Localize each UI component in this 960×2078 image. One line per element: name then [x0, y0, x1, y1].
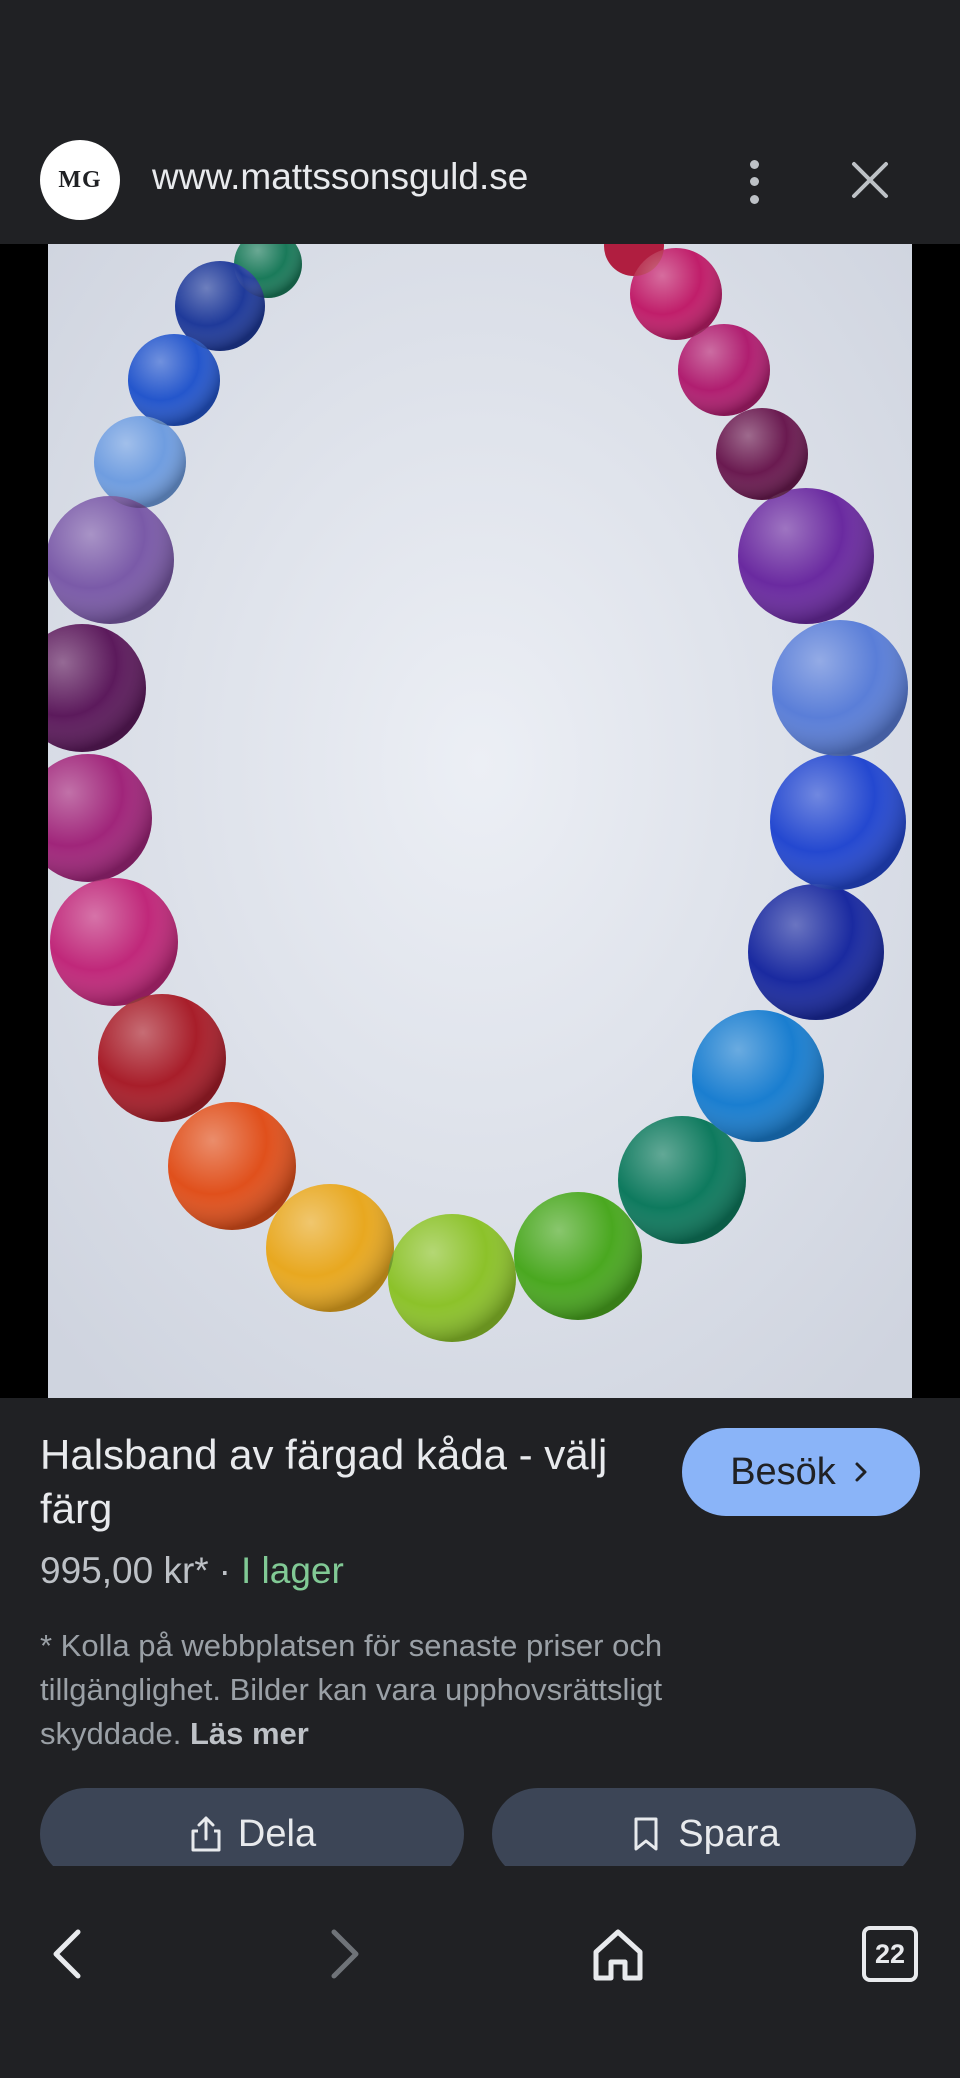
site-logo[interactable]: MG: [40, 140, 120, 220]
stock-status: I lager: [241, 1550, 344, 1591]
separator: ·: [218, 1550, 231, 1591]
product-image[interactable]: [0, 244, 960, 1398]
price-row: 995,00 kr* · I lager: [40, 1550, 344, 1592]
status-bar: [0, 0, 960, 120]
close-icon[interactable]: [848, 158, 892, 202]
more-vert-icon[interactable]: [736, 156, 772, 208]
share-label: Dela: [237, 1812, 317, 1855]
price: 995,00 kr*: [40, 1550, 209, 1591]
site-url[interactable]: www.mattssonsguld.se: [152, 156, 528, 198]
product-info: Halsband av färgad kåda - välj färg Besö…: [0, 1398, 960, 1880]
product-title[interactable]: Halsband av färgad kåda - välj färg: [40, 1428, 660, 1536]
tab-count: 22: [862, 1926, 918, 1982]
necklace-image: [48, 244, 912, 1398]
tabs-button[interactable]: 22: [850, 1914, 930, 1994]
disclaimer-text: * Kolla på webbplatsen för senaste prise…: [40, 1628, 663, 1751]
back-button[interactable]: [28, 1914, 108, 1994]
forward-arrow-icon: [331, 1929, 359, 1979]
visit-button[interactable]: Besök: [682, 1428, 920, 1516]
back-arrow-icon: [53, 1929, 81, 1979]
home-button[interactable]: [578, 1914, 658, 1994]
read-more-link[interactable]: Läs mer: [190, 1716, 309, 1751]
save-label: Spara: [678, 1812, 780, 1855]
bookmark-icon: [634, 1817, 658, 1851]
chevron-right-icon: [855, 1462, 867, 1482]
forward-button[interactable]: [302, 1914, 382, 1994]
share-icon: [191, 1816, 221, 1852]
browser-nav-bar: 22: [0, 1866, 960, 2078]
visit-label: Besök: [730, 1450, 836, 1493]
home-icon: [593, 1929, 643, 1981]
preview-header: MG www.mattssonsguld.se: [0, 120, 960, 244]
disclaimer: * Kolla på webbplatsen för senaste prise…: [40, 1624, 760, 1756]
